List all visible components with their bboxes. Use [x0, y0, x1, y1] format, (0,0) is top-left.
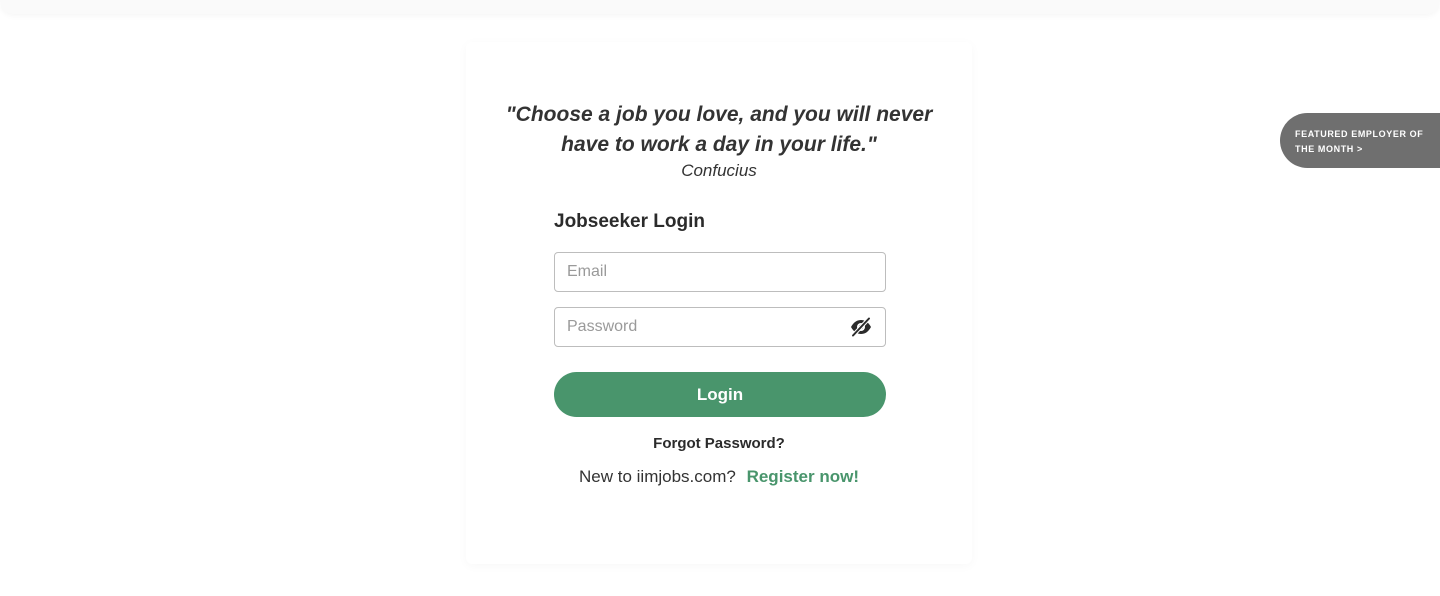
password-field-wrapper — [554, 307, 886, 347]
register-line: New to iimjobs.com? Register now! — [466, 467, 972, 487]
featured-employer-tab[interactable]: FEATURED EMPLOYER OF THE MONTH > — [1280, 113, 1440, 168]
login-button[interactable]: Login — [554, 372, 886, 417]
eye-slash-icon[interactable] — [849, 317, 873, 337]
email-field[interactable] — [567, 263, 873, 281]
email-field-wrapper — [554, 252, 886, 292]
quote-author: Confucius — [681, 161, 757, 180]
featured-employer-label: FEATURED EMPLOYER OF THE MONTH > — [1295, 129, 1424, 154]
register-prompt: New to iimjobs.com? — [579, 467, 736, 486]
forgot-password-link[interactable]: Forgot Password? — [466, 435, 972, 452]
login-card: "Choose a job you love, and you will nev… — [466, 42, 972, 564]
password-field[interactable] — [567, 318, 849, 336]
top-header-bar — [0, 0, 1440, 14]
login-title: Jobseeker Login — [554, 211, 705, 232]
quote-text: "Choose a job you love, and you will nev… — [505, 103, 933, 156]
register-now-link[interactable]: Register now! — [747, 467, 859, 486]
